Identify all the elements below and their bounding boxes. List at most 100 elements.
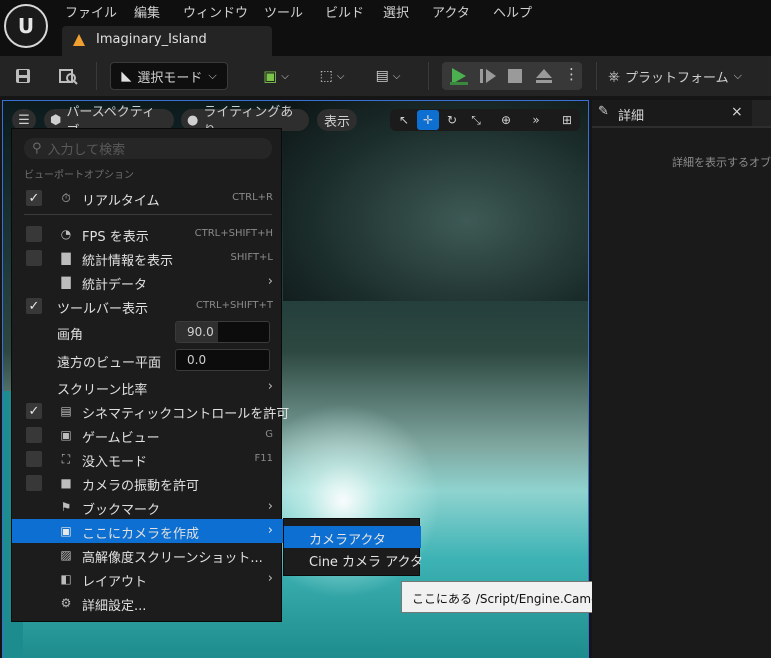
menu-edit[interactable]: 編集: [134, 2, 160, 21]
shortcut-label: CTRL+SHIFT+H: [194, 228, 273, 239]
menu-item-advanced-settings[interactable]: ⚙ 詳細設定...: [12, 591, 283, 615]
menu-item-game-view[interactable]: ▣ ゲームビュー G: [12, 423, 283, 447]
add-actor-button[interactable]: ▣ ⌵: [256, 62, 296, 90]
far-plane-input[interactable]: 0.0: [175, 349, 270, 371]
unreal-logo[interactable]: U: [4, 4, 48, 48]
menu-file[interactable]: ファイル: [65, 2, 117, 21]
menu-item-camera-shake[interactable]: ■ カメラの振動を許可: [12, 471, 283, 495]
title-bar: U ファイル 編集 ウィンドウ ツール ビルド 選択 アクタ ヘルプ Imagi…: [0, 0, 771, 56]
menu-item-label: ブックマーク: [82, 503, 161, 518]
menu-item-show-fps[interactable]: ◔ FPS を表示 CTRL+SHIFT+H: [12, 222, 283, 246]
menu-actor[interactable]: アクタ: [432, 2, 470, 21]
chevron-right-icon: ›: [267, 274, 273, 289]
menu-select[interactable]: 選択: [383, 2, 409, 21]
menu-build[interactable]: ビルド: [325, 2, 364, 21]
chevron-down-icon: ⌵: [336, 70, 345, 82]
menu-item-high-res-screenshot[interactable]: ▨ 高解像度スクリーンショット...: [12, 543, 283, 567]
browse-icon[interactable]: [54, 62, 82, 90]
select-arrow-icon[interactable]: ↖: [393, 110, 415, 130]
menu-item-show-stats[interactable]: ▇ 統計情報を表示 SHIFT+L: [12, 246, 283, 270]
menu-item-label: 統計データ: [82, 278, 148, 293]
menu-item-label: 詳細設定...: [82, 599, 147, 614]
fov-input[interactable]: 90.0: [175, 321, 270, 343]
menu-item-screen-ratio[interactable]: スクリーン比率 ›: [12, 375, 283, 399]
level-icon: [73, 34, 85, 46]
menu-item-immersive-mode[interactable]: ⛶ 没入モード F11: [12, 447, 283, 471]
show-button[interactable]: 表示: [317, 109, 357, 131]
search-placeholder: 入力して検索: [47, 143, 126, 158]
menu-item-label: 遠方のビュー平面: [57, 356, 162, 371]
chevron-right-icon: ›: [267, 523, 273, 538]
menu-item-show-toolbar[interactable]: ✓ ツールバー表示 CTRL+SHIFT+T: [12, 294, 283, 318]
stop-icon[interactable]: [506, 67, 524, 85]
details-panel: ✎ 詳細 × 詳細を表示するオブジェ: [592, 100, 771, 658]
platform-button[interactable]: ⎈ プラットフォーム ⌵: [600, 62, 750, 90]
gamepad-icon: ⎈: [608, 67, 621, 85]
eject-icon[interactable]: [534, 67, 554, 85]
submenu-item-label: カメラアクタ: [309, 533, 386, 548]
advance-frame-icon[interactable]: [478, 67, 498, 85]
submenu-item-cine-camera-actor[interactable]: Cine カメラ アクタ: [284, 548, 423, 570]
menu-item-create-camera-here[interactable]: ▣ ここにカメラを作成 ›: [12, 519, 283, 543]
checkbox-unchecked[interactable]: [26, 427, 42, 443]
checkbox-unchecked[interactable]: [26, 250, 42, 266]
fov-value: 90.0: [187, 325, 214, 339]
level-tab-label: Imaginary_Island: [96, 32, 207, 47]
layout-grid-icon[interactable]: ⊞: [556, 110, 578, 130]
submenu-item-camera-actor[interactable]: カメラアクタ: [284, 526, 421, 548]
menu-item-label: 没入モード: [82, 455, 148, 470]
mode-label: 選択モード: [137, 70, 203, 86]
translate-icon[interactable]: ✛: [417, 110, 439, 130]
lit-sphere-icon: ●: [187, 112, 199, 128]
chevron-down-icon: ⌵: [281, 70, 289, 82]
checkbox-unchecked[interactable]: [26, 451, 42, 467]
show-label: 表示: [323, 114, 350, 130]
menu-item-cinematic-control[interactable]: ✓ ▤ シネマティックコントロールを許可: [12, 399, 289, 423]
blueprint-button[interactable]: ⬚ ⌵: [312, 62, 352, 90]
create-camera-icon: ▣: [60, 524, 72, 538]
checkbox-unchecked[interactable]: [26, 226, 42, 242]
viewport-options-menu: ⚲ 入力して検索 ビューポートオプション ✓ ⏱ リアルタイム CTRL+R ◔…: [11, 128, 289, 622]
rotate-icon[interactable]: ↻: [441, 110, 463, 130]
checkbox-checked[interactable]: ✓: [26, 190, 42, 206]
checkbox-unchecked[interactable]: [26, 475, 42, 491]
menu-item-label: 高解像度スクリーンショット...: [82, 551, 263, 566]
fps-gauge-icon: ◔: [60, 227, 72, 241]
checkbox-checked[interactable]: ✓: [26, 298, 42, 314]
menu-divider: [24, 214, 272, 215]
menu-item-label: ゲームビュー: [82, 431, 160, 446]
menu-item-label: リアルタイム: [82, 194, 160, 209]
menu-item-label: レイアウト: [82, 575, 148, 590]
cinematics-button[interactable]: ▤ ⌵: [368, 62, 408, 90]
world-space-icon[interactable]: ⊕: [495, 110, 517, 130]
clapper-icon: ▤: [60, 404, 72, 418]
more-options-icon[interactable]: ⋮: [564, 65, 579, 83]
menu-item-label: スクリーン比率: [57, 383, 148, 398]
shortcut-label: CTRL+SHIFT+T: [196, 300, 273, 311]
more-chevron-icon[interactable]: »: [525, 110, 547, 130]
game-view-icon: ▣: [60, 428, 72, 442]
play-icon[interactable]: [448, 66, 470, 86]
transform-toolbar: ↖ ✛ ↻ ⤡ ⊕ » ⊞: [390, 109, 580, 131]
shortcut-label: SHIFT+L: [230, 252, 273, 263]
menu-tools[interactable]: ツール: [264, 2, 303, 21]
mode-select-button[interactable]: ◣ 選択モード ⌵: [110, 62, 228, 90]
checkbox-checked[interactable]: ✓: [26, 403, 42, 419]
close-icon[interactable]: ×: [731, 104, 743, 120]
menu-window[interactable]: ウィンドウ: [183, 2, 248, 21]
save-icon[interactable]: [10, 62, 36, 90]
chevron-right-icon: ›: [267, 379, 273, 394]
scene-foliage: [283, 101, 588, 301]
menu-item-layout[interactable]: ◧ レイアウト ›: [12, 567, 283, 591]
add-cube-icon: ▣: [263, 67, 278, 85]
menu-item-bookmarks[interactable]: ⚑ ブックマーク ›: [12, 495, 283, 519]
menu-help[interactable]: ヘルプ: [493, 2, 532, 21]
menu-item-realtime[interactable]: ✓ ⏱ リアルタイム CTRL+R: [12, 186, 283, 210]
menu-item-far-view-plane: 遠方のビュー平面 0.0: [12, 347, 283, 373]
scale-icon[interactable]: ⤡: [465, 110, 487, 130]
toolbar-separator: [428, 62, 429, 90]
level-tab[interactable]: Imaginary_Island: [62, 26, 272, 56]
menu-item-stat-data[interactable]: ▇ 統計データ ›: [12, 270, 283, 294]
menu-search-input[interactable]: ⚲ 入力して検索: [24, 138, 272, 159]
details-tab[interactable]: ✎ 詳細 ×: [592, 100, 752, 126]
